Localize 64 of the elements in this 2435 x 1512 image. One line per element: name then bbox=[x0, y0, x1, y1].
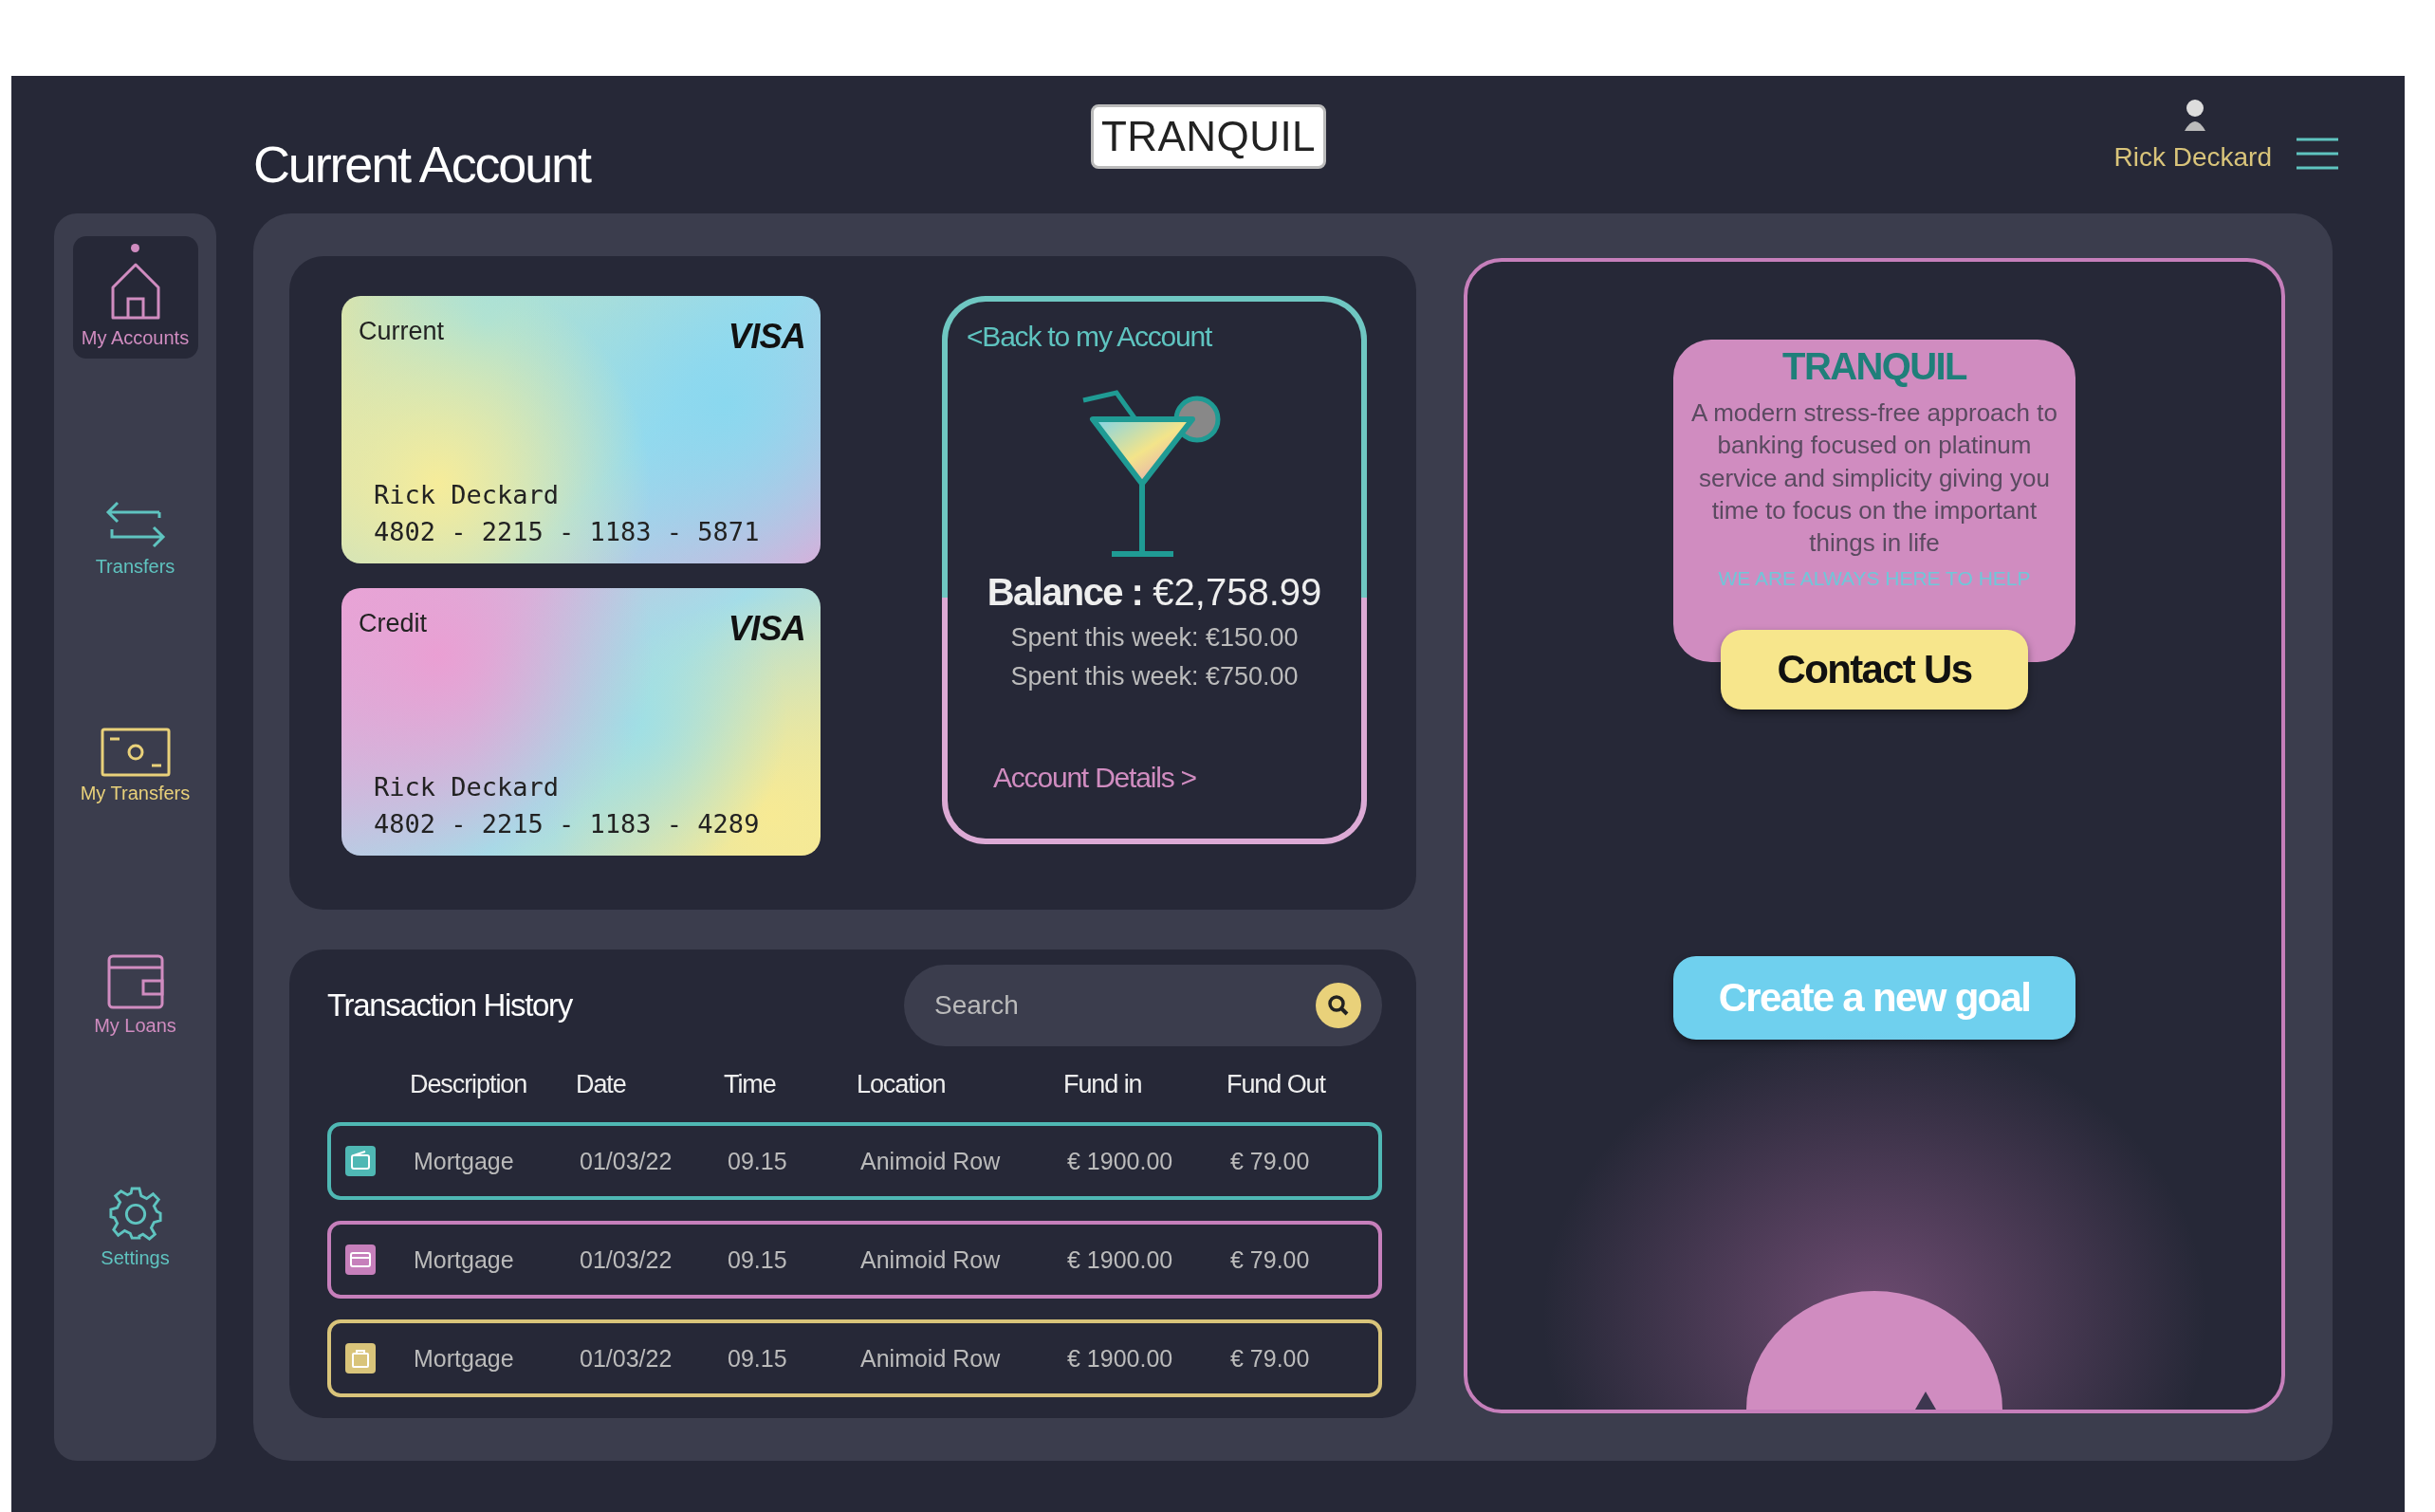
search-field[interactable]: Search bbox=[904, 965, 1382, 1046]
promo-title: TRANQUIL bbox=[1782, 345, 1966, 388]
credit-card-icon bbox=[345, 1245, 376, 1275]
table-cell-text: Mortgage bbox=[414, 1245, 515, 1274]
table-cell-text: € 79.00 bbox=[1230, 1344, 1311, 1373]
table-cell-text: € 1900.00 bbox=[1067, 1344, 1174, 1373]
sidebar-item[interactable]: My Loans bbox=[72, 935, 198, 1046]
card-type: Credit bbox=[359, 609, 428, 639]
page-title: Current Account bbox=[253, 135, 590, 194]
promo-tagline: WE ARE ALWAYS HERE TO HELP bbox=[1718, 566, 2031, 590]
table-cell-text: 01/03/22 bbox=[580, 1147, 673, 1175]
table-cell-text: € 79.00 bbox=[1230, 1147, 1311, 1175]
back-link[interactable]: <Back to my Account bbox=[967, 321, 1212, 353]
logo[interactable]: TRANQUIL bbox=[1091, 104, 1326, 169]
sidebar-item[interactable]: My Accounts bbox=[72, 236, 198, 359]
transaction-row[interactable]: Mortgage 01/03/22 09.15 Animoid Row € 1900.00 € 79.00 bbox=[327, 1319, 1382, 1397]
table-cell-text: 09.15 bbox=[728, 1147, 788, 1175]
card-brand: VISA bbox=[728, 317, 805, 357]
search-icon[interactable] bbox=[1316, 983, 1361, 1028]
column-header[interactable]: Time bbox=[724, 1069, 857, 1099]
promo-text: A modern stress-free approach to banking focused on platinum service and simplicity giving you time to focus on the important things in life bbox=[1690, 397, 2058, 560]
contact-us-button[interactable]: Contact Us bbox=[1721, 630, 2028, 710]
table-cell-text: € 79.00 bbox=[1230, 1245, 1311, 1274]
column-header[interactable]: Fund in bbox=[1063, 1069, 1227, 1099]
spent-text: Spent this week: €150.00 bbox=[1010, 623, 1299, 653]
card-number: 4802 - 2215 - 1183 - 4289 bbox=[374, 809, 761, 839]
user-name[interactable]: Rick Deckard bbox=[2113, 142, 2272, 173]
table-cell-text: Animoid Row bbox=[860, 1344, 1002, 1373]
section-title: Transaction History bbox=[327, 987, 572, 1023]
table-cell-text: Animoid Row bbox=[860, 1245, 1002, 1274]
card-type: Current bbox=[359, 317, 445, 347]
card-holder: Rick Deckard bbox=[374, 772, 561, 802]
table-cell-text: 09.15 bbox=[728, 1344, 788, 1373]
settings-icon bbox=[107, 1187, 163, 1242]
table-cell-text: € 1900.00 bbox=[1067, 1147, 1174, 1175]
banknote-icon bbox=[100, 728, 171, 777]
indicator-dot bbox=[131, 244, 139, 252]
transaction-row[interactable]: Mortgage 01/03/22 09.15 Animoid Row € 1900.00 € 79.00 bbox=[327, 1221, 1382, 1299]
column-header[interactable]: Description bbox=[410, 1069, 576, 1099]
sidebar-item[interactable]: Transfers bbox=[72, 480, 198, 587]
menu-icon[interactable] bbox=[2297, 137, 2338, 171]
spent-text: Spent this week: €750.00 bbox=[1010, 662, 1299, 691]
transaction-row[interactable]: Mortgage 01/03/22 09.15 Animoid Row € 1900.00 € 79.00 bbox=[327, 1122, 1382, 1200]
bank-card[interactable]: Credit VISA Rick Deckard 4802 - 2215 - 1183 - 4289 bbox=[341, 588, 821, 856]
table-cell-text: € 1900.00 bbox=[1067, 1245, 1174, 1274]
balance-text: Balance : €2,758.99 bbox=[987, 571, 1322, 614]
shopping-bag-icon bbox=[345, 1343, 376, 1374]
sidebar-item[interactable]: Settings bbox=[72, 1168, 198, 1279]
table-cell-text: Mortgage bbox=[414, 1344, 515, 1373]
card-number: 4802 - 2215 - 1183 - 5871 bbox=[374, 517, 761, 546]
table-cell-text: 09.15 bbox=[728, 1245, 788, 1274]
table-cell-text: 01/03/22 bbox=[580, 1344, 673, 1373]
account-details-link[interactable]: Account Details > bbox=[993, 762, 1196, 794]
sidebar-item[interactable]: My Transfers bbox=[72, 709, 198, 814]
column-header[interactable]: Fund Out bbox=[1227, 1069, 1368, 1099]
column-header[interactable]: Date bbox=[576, 1069, 724, 1099]
table-cell-text: Animoid Row bbox=[860, 1147, 1002, 1175]
card-brand: VISA bbox=[728, 609, 805, 649]
card-holder: Rick Deckard bbox=[374, 480, 561, 509]
search-input[interactable]: Search bbox=[932, 989, 1316, 1022]
table-cell-text: Mortgage bbox=[414, 1147, 515, 1175]
column-header[interactable]: Location bbox=[857, 1069, 1063, 1099]
bank-card[interactable]: Current VISA Rick Deckard 4802 - 2215 - 1183 - 5871 bbox=[341, 296, 821, 563]
table-cell-text: 01/03/22 bbox=[580, 1245, 673, 1274]
